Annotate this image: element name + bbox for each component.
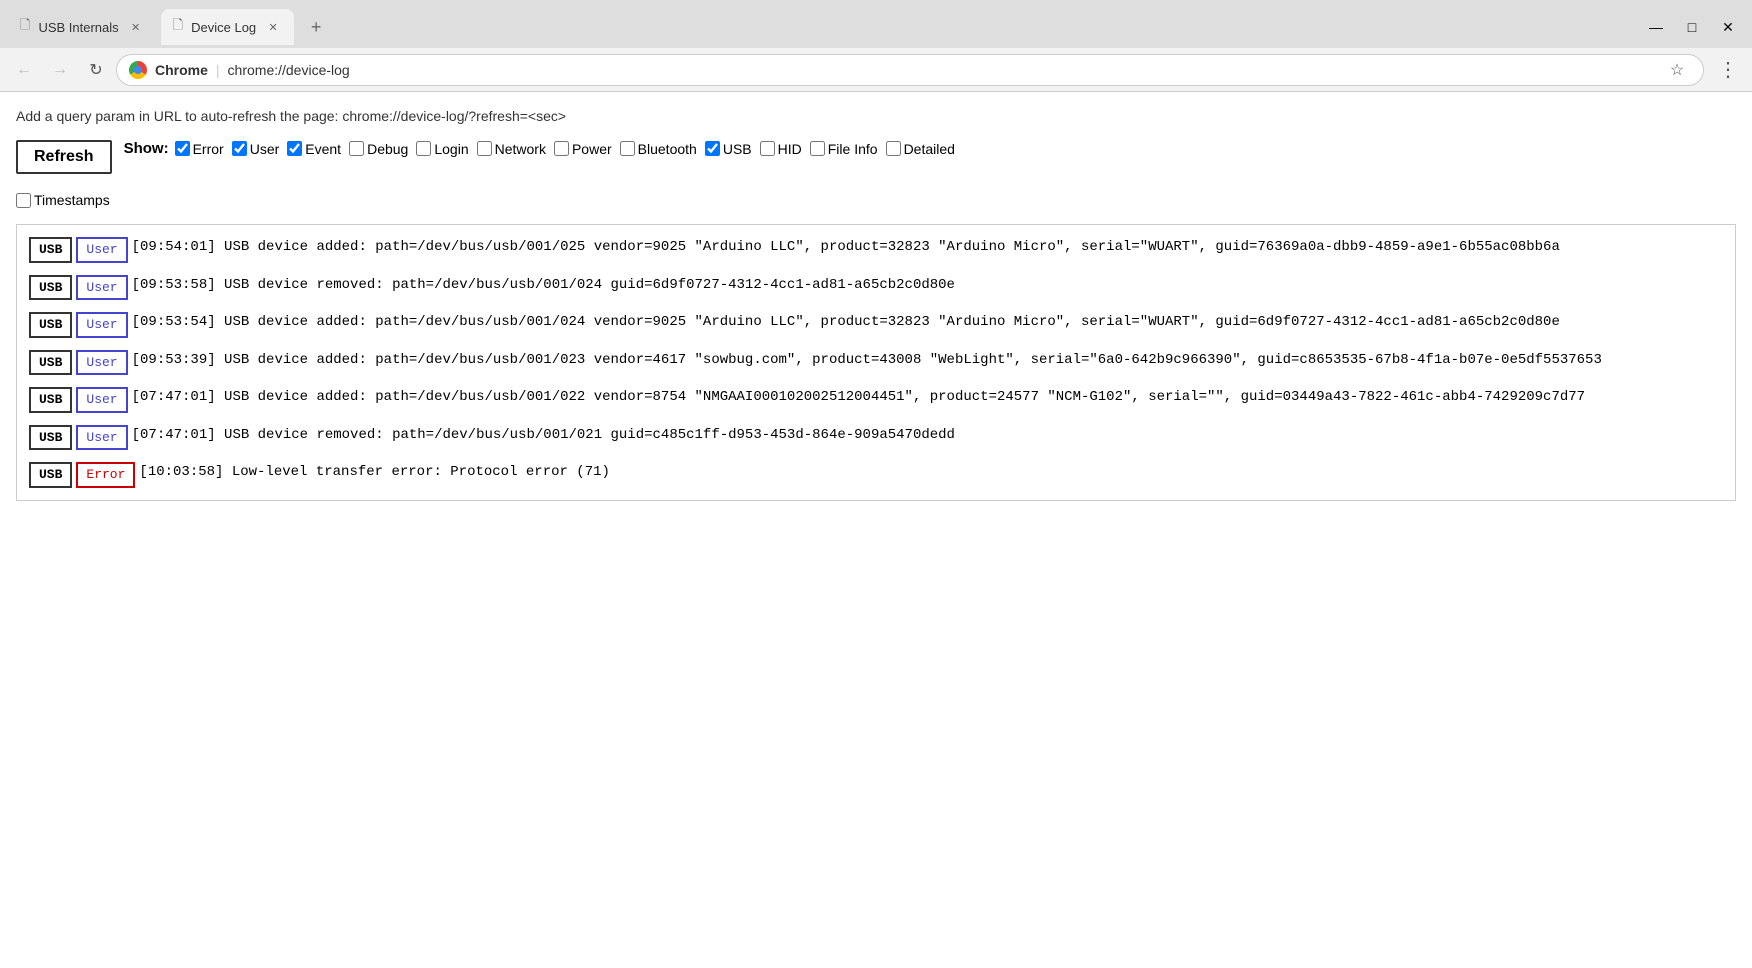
level-badge-2: User [76,312,127,338]
close-button[interactable]: ✕ [1712,13,1744,41]
checkbox-detailed-label: Detailed [904,141,955,157]
checkbox-bluetooth-label: Bluetooth [638,141,697,157]
checkbox-network[interactable]: Network [477,141,546,157]
info-text: Add a query param in URL to auto-refresh… [16,108,1736,124]
log-entry-4: USB User [07:47:01] USB device added: pa… [29,387,1723,413]
log-text-4: [07:47:01] USB device added: path=/dev/b… [132,387,1723,408]
checkbox-event-input[interactable] [287,141,302,156]
type-badge-4: USB [29,387,72,413]
checkbox-hid[interactable]: HID [760,141,802,157]
checkbox-detailed[interactable]: Detailed [886,141,955,157]
address-bar[interactable]: Chrome | chrome://device-log ☆ [116,54,1704,86]
type-badge-0: USB [29,237,72,263]
type-badge-2: USB [29,312,72,338]
checkbox-user-label: User [250,141,280,157]
level-badge-0: User [76,237,127,263]
checkbox-user-input[interactable] [232,141,247,156]
checkbox-hid-input[interactable] [760,141,775,156]
checkbox-power[interactable]: Power [554,141,612,157]
log-entry-5: USB User [07:47:01] USB device removed: … [29,425,1723,451]
checkbox-usb-input[interactable] [705,141,720,156]
tab-label-device: Device Log [191,20,256,35]
controls-bar: Refresh Show: Error User Event Debug [16,140,1736,208]
checkbox-event[interactable]: Event [287,141,341,157]
checkbox-usb[interactable]: USB [705,141,752,157]
checkbox-error-input[interactable] [175,141,190,156]
checkbox-network-input[interactable] [477,141,492,156]
checkbox-debug-label: Debug [367,141,408,157]
checkbox-error[interactable]: Error [175,141,224,157]
address-prefix: Chrome [155,62,208,78]
checkbox-fileinfo-input[interactable] [810,141,825,156]
more-menu-button[interactable]: ⋮ [1712,54,1744,86]
title-bar: 🗋 USB Internals ✕ 🗋 Device Log ✕ + — □ ✕ [0,0,1752,48]
tab-usb-internals[interactable]: 🗋 USB Internals ✕ [8,9,157,45]
checkbox-login[interactable]: Login [416,141,468,157]
log-text-5: [07:47:01] USB device removed: path=/dev… [132,425,1723,446]
checkbox-bluetooth-input[interactable] [620,141,635,156]
checkbox-detailed-input[interactable] [886,141,901,156]
level-badge-4: User [76,387,127,413]
browser-frame: 🗋 USB Internals ✕ 🗋 Device Log ✕ + — □ ✕… [0,0,1752,968]
checkbox-event-label: Event [305,141,341,157]
type-badge-1: USB [29,275,72,301]
type-badge-3: USB [29,350,72,376]
log-text-6: [10:03:58] Low-level transfer error: Pro… [139,462,1723,483]
checkbox-usb-label: USB [723,141,752,157]
checkbox-user[interactable]: User [232,141,280,157]
page-content: Add a query param in URL to auto-refresh… [0,92,1752,968]
nav-bar: ← → ↻ Chrome | chrome://device-log ☆ ⋮ [0,48,1752,92]
log-text-1: [09:53:58] USB device removed: path=/dev… [132,275,1723,296]
type-badge-6: USB [29,462,72,488]
log-entry-1: USB User [09:53:58] USB device removed: … [29,275,1723,301]
back-button[interactable]: ← [8,54,40,86]
checkbox-timestamps-input[interactable] [16,193,31,208]
tab-close-device[interactable]: ✕ [264,18,282,36]
checkbox-debug[interactable]: Debug [349,141,408,157]
tab-label-usb: USB Internals [38,20,118,35]
checkbox-network-label: Network [495,141,546,157]
reload-button[interactable]: ↻ [80,54,112,86]
checkbox-bluetooth[interactable]: Bluetooth [620,141,697,157]
minimize-button[interactable]: — [1640,13,1672,41]
type-badge-5: USB [29,425,72,451]
log-entry-0: USB User [09:54:01] USB device added: pa… [29,237,1723,263]
checkbox-power-label: Power [572,141,612,157]
log-text-3: [09:53:39] USB device added: path=/dev/b… [132,350,1723,371]
log-entry-3: USB User [09:53:39] USB device added: pa… [29,350,1723,376]
address-text: chrome://device-log [228,62,1655,78]
checkbox-hid-label: HID [778,141,802,157]
level-badge-6: Error [76,462,135,488]
checkbox-error-label: Error [193,141,224,157]
tab-icon-device: 🗋 [173,16,183,38]
refresh-button[interactable]: Refresh [16,140,112,174]
tab-device-log[interactable]: 🗋 Device Log ✕ [161,9,295,45]
log-entry-2: USB User [09:53:54] USB device added: pa… [29,312,1723,338]
checkbox-power-input[interactable] [554,141,569,156]
show-section: Show: Error User Event Debug [124,140,961,157]
checkbox-fileinfo[interactable]: File Info [810,141,878,157]
timestamps-label: Timestamps [34,192,110,208]
checkbox-fileinfo-label: File Info [828,141,878,157]
tab-icon-usb: 🗋 [20,16,30,38]
checkbox-login-input[interactable] [416,141,431,156]
log-text-2: [09:53:54] USB device added: path=/dev/b… [132,312,1723,333]
checkbox-debug-input[interactable] [349,141,364,156]
log-container: USB User [09:54:01] USB device added: pa… [16,224,1736,501]
level-badge-3: User [76,350,127,376]
level-badge-1: User [76,275,127,301]
checkbox-login-label: Login [434,141,468,157]
window-controls: — □ ✕ [1640,13,1744,41]
forward-button[interactable]: → [44,54,76,86]
checkbox-timestamps[interactable]: Timestamps [16,192,1730,208]
bookmark-button[interactable]: ☆ [1663,56,1691,84]
level-badge-5: User [76,425,127,451]
new-tab-button[interactable]: + [302,13,330,41]
log-entry-6: USB Error [10:03:58] Low-level transfer … [29,462,1723,488]
tab-close-usb[interactable]: ✕ [127,18,145,36]
show-label: Show: [124,140,169,157]
maximize-button[interactable]: □ [1676,13,1708,41]
log-text-0: [09:54:01] USB device added: path=/dev/b… [132,237,1723,258]
chrome-security-icon [129,61,147,79]
